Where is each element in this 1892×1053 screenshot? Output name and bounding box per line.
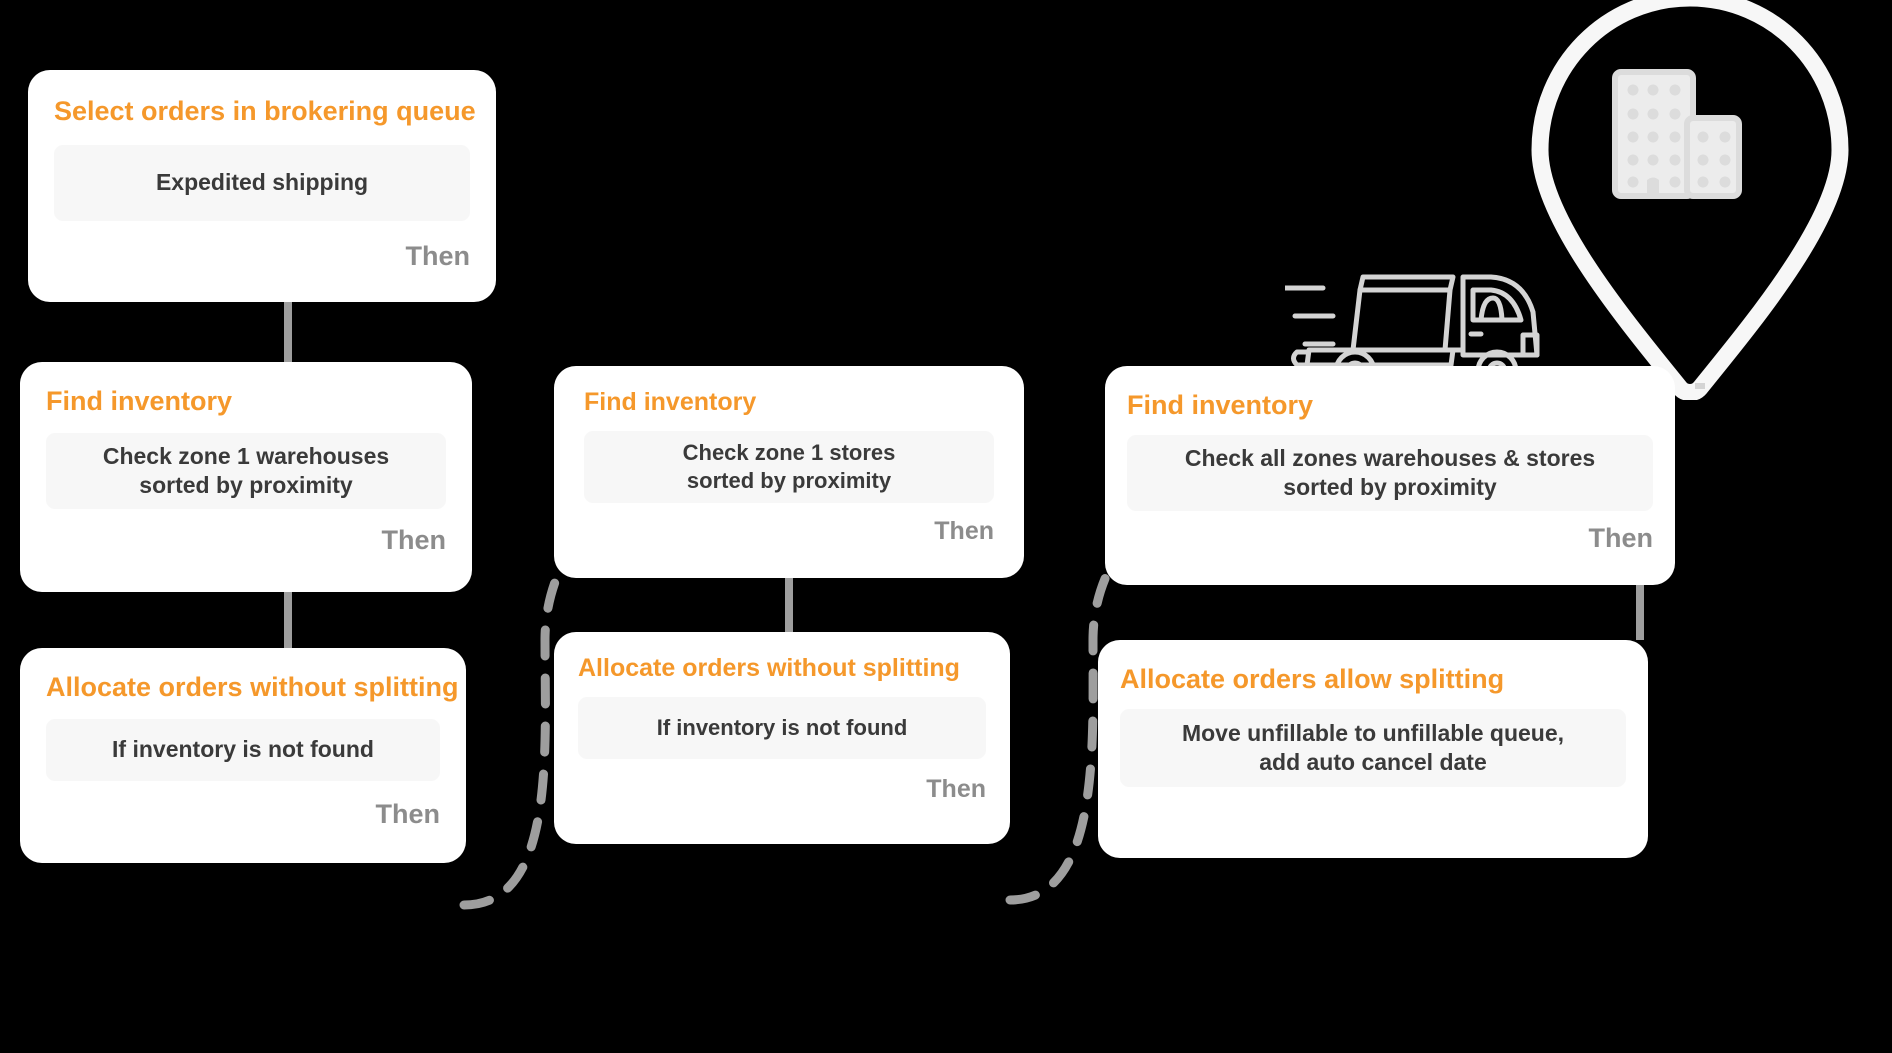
- card-then-label: Then: [405, 241, 471, 272]
- card-title: Allocate orders without splitting: [46, 672, 459, 702]
- card-body: Check all zones warehouses & stores sort…: [1127, 435, 1653, 512]
- card-then-label: Then: [926, 774, 986, 803]
- card-body: Expedited shipping: [54, 145, 470, 222]
- card-body: Move unfillable to unfillable queue, add…: [1120, 709, 1626, 788]
- card-body-line-1: Check zone 1 stores: [682, 439, 896, 465]
- allocate-without-splitting-b-card[interactable]: Allocate orders without splitting If inv…: [554, 632, 1010, 844]
- card-body: If inventory is not found: [578, 696, 986, 759]
- motion-speed-lines: [1285, 285, 1336, 347]
- card-title: Allocate orders allow splitting: [1120, 664, 1505, 694]
- card-body-line-1: Move unfillable to unfillable queue,: [1181, 719, 1565, 746]
- find-inventory-zone1-stores-card[interactable]: Find inventory Check zone 1 stores sorte…: [554, 366, 1024, 578]
- allocate-allow-splitting-card[interactable]: Allocate orders allow splitting Move unf…: [1098, 640, 1648, 858]
- card-body-line-2: sorted by proximity: [1283, 474, 1497, 501]
- card-body: If inventory is not found: [46, 719, 440, 782]
- card-body-line-2: sorted by proximity: [686, 467, 892, 493]
- card-body: Check zone 1 warehouses sorted by proxim…: [46, 433, 446, 510]
- flowchart-canvas: Select orders in brokering queue Expedit…: [0, 0, 1892, 1053]
- card-title: Find inventory: [46, 386, 233, 416]
- card-then-label: Then: [375, 799, 441, 830]
- card-title: Select orders in brokering queue: [54, 96, 476, 126]
- card-title: Find inventory: [1127, 390, 1314, 420]
- card-title: Find inventory: [584, 388, 757, 416]
- select-orders-card[interactable]: Select orders in brokering queue Expedit…: [28, 70, 496, 302]
- card-body: Check zone 1 stores sorted by proximity: [584, 430, 994, 503]
- card-body-line-2: sorted by proximity: [139, 472, 353, 499]
- card-then-label: Then: [381, 525, 447, 556]
- card-title: Allocate orders without splitting: [578, 654, 960, 682]
- find-inventory-all-zones-card[interactable]: Find inventory Check all zones warehouse…: [1105, 366, 1675, 585]
- map-pin-icon: [1531, 0, 1849, 400]
- card-body-line-1: Check all zones warehouses & stores: [1184, 444, 1596, 471]
- city-buildings-icon: [1612, 69, 1742, 199]
- card-body-line-1: Check zone 1 warehouses: [102, 442, 390, 469]
- card-then-label: Then: [1588, 523, 1654, 554]
- find-inventory-zone1-warehouses-card[interactable]: Find inventory Check zone 1 warehouses s…: [20, 362, 472, 592]
- allocate-without-splitting-a-card[interactable]: Allocate orders without splitting If inv…: [20, 648, 466, 863]
- card-then-label: Then: [934, 516, 994, 545]
- card-body-line-2: add auto cancel date: [1259, 749, 1487, 776]
- delivery-illustration: [1285, 0, 1849, 400]
